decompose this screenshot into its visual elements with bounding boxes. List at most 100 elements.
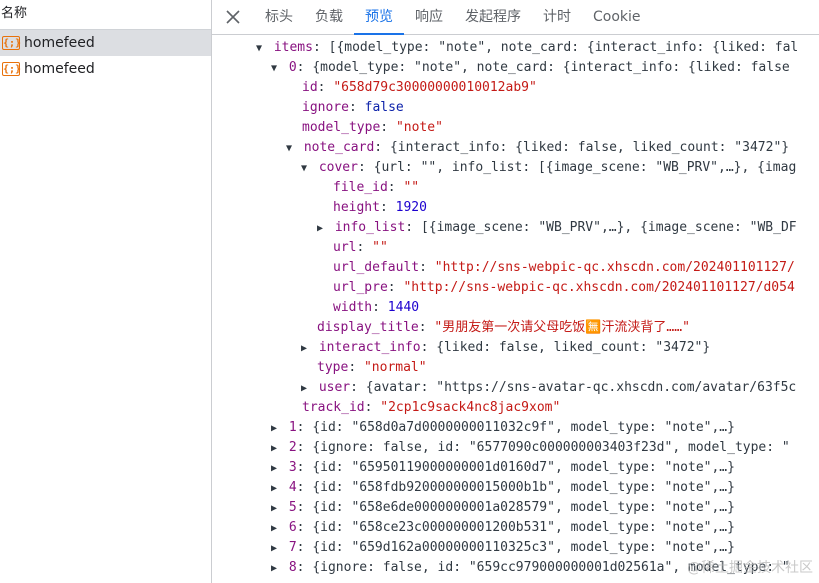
json-string-value: "" [372,240,388,255]
json-summary: {id: "658e6de0000000001a028579", model_t… [312,500,735,515]
request-name: homefeed [24,61,95,77]
json-key: 3 [288,460,297,475]
tree-row-track-id: track_id: "2cp1c9sack4nc8jac9xom" [302,400,561,415]
tab-preview[interactable]: 预览 [354,0,404,35]
json-string-value: "2cp1c9sack4nc8jac9xom" [380,400,561,415]
json-file-icon: {;} [2,62,22,76]
json-key: url [333,240,357,255]
collapsed-triangle-icon[interactable]: ▶ [301,379,311,399]
collapsed-triangle-icon[interactable]: ▶ [271,479,281,499]
expanded-triangle-icon[interactable]: ▼ [256,39,266,59]
tree-row-item[interactable]: ▶ 7: {id: "659d162a00000000110325c3", mo… [271,538,735,558]
tab-initiator[interactable]: 发起程序 [454,0,532,34]
collapsed-triangle-icon[interactable]: ▶ [317,219,327,239]
json-summary: {id: "658fdb920000000015000b1b", model_t… [312,480,735,495]
json-key: interact_info [318,340,421,355]
tree-row-item[interactable]: ▶ 6: {id: "658ce23c000000001200b531", mo… [271,518,735,538]
json-string-value: "normal" [363,360,427,375]
tree-row-cover[interactable]: ▼ cover: {url: "", info_list: [{image_sc… [301,158,796,178]
tree-row-user[interactable]: ▶ user: {avatar: "https://sns-avatar-qc.… [301,378,796,398]
tab-response[interactable]: 响应 [404,0,454,34]
json-summary: {url: "", info_list: [{image_scene: "WB_… [373,160,797,175]
json-key: 0 [288,60,297,75]
detail-tab-bar: 标头 负载 预览 响应 发起程序 计时 Cookie [212,0,819,35]
tab-payload[interactable]: 负载 [304,0,354,34]
request-list-panel: 名称 {;} homefeed {;} homefeed [0,0,212,583]
json-summary: {liked: false, liked_count: "3472"} [436,340,711,355]
tree-row-item[interactable]: ▶ 1: {id: "658d0a7d0000000011032c9f", mo… [271,418,735,438]
collapsed-triangle-icon[interactable]: ▶ [271,499,281,519]
json-string-value: "http://sns-webpic-qc.xhscdn.com/2024011… [434,260,795,275]
tree-row-url-default: url_default: "http://sns-webpic-qc.xhscd… [333,260,795,275]
json-key: ignore [302,100,349,115]
tree-row-item[interactable]: ▶ 4: {id: "658fdb920000000015000b1b", mo… [271,478,735,498]
expanded-triangle-icon[interactable]: ▼ [301,159,311,179]
json-key: 2 [288,440,297,455]
tree-row-url: url: "" [333,240,388,255]
request-row[interactable]: {;} homefeed [0,56,211,82]
expanded-triangle-icon[interactable]: ▼ [286,139,296,159]
json-key: note_card [303,140,375,155]
json-key: height [333,200,380,215]
tree-row-url-pre: url_pre: "http://sns-webpic-qc.xhscdn.co… [333,280,795,295]
json-key: cover [318,160,358,175]
expanded-triangle-icon[interactable]: ▼ [271,59,281,79]
tree-row-model-type: model_type: "note" [302,120,443,135]
json-key: items [273,40,313,55]
collapsed-triangle-icon[interactable]: ▶ [301,339,311,359]
json-number-value: 1920 [395,200,427,215]
tree-row-items[interactable]: ▼ items: [{model_type: "note", note_card… [256,38,798,58]
json-string-value: "http://sns-webpic-qc.xhscdn.com/2024011… [403,280,795,295]
json-key: file_id [333,180,388,195]
json-key: id [302,80,318,95]
json-key: 5 [288,500,297,515]
json-summary: {avatar: "https://sns-avatar-qc.xhscdn.c… [365,380,797,395]
json-key: type [317,360,349,375]
json-summary: {model_type: "note", note_card: {interac… [312,60,790,75]
tree-row-file-id: file_id: "" [333,180,420,195]
close-button[interactable] [212,0,254,34]
json-summary: {id: "658ce23c000000001200b531", model_t… [312,520,735,535]
tree-row-interact-info[interactable]: ▶ interact_info: {liked: false, liked_co… [301,338,710,358]
json-key: model_type [302,120,381,135]
json-key: width [333,300,373,315]
tree-row-item[interactable]: ▶ 3: {id: "65950119000000001d0160d7", mo… [271,458,735,478]
tree-row-item-0[interactable]: ▼ 0: {model_type: "note", note_card: {in… [271,58,790,78]
json-boolean-value: false [364,100,404,115]
json-key: info_list [334,220,406,235]
json-key: user [318,380,351,395]
json-summary: {interact_info: {liked: false, liked_cou… [389,140,790,155]
tree-row-height: height: 1920 [333,200,427,215]
tree-row-item[interactable]: ▶ 2: {ignore: false, id: "6577090c000000… [271,438,790,458]
json-summary: [{model_type: "note", note_card: {intera… [328,40,799,55]
tree-row-ignore: ignore: false [302,100,404,115]
request-row[interactable]: {;} homefeed [0,30,211,56]
collapsed-triangle-icon[interactable]: ▶ [271,419,281,439]
name-column-header[interactable]: 名称 [0,0,211,30]
json-key: display_title [317,320,419,335]
collapsed-triangle-icon[interactable]: ▶ [271,519,281,539]
json-key: 6 [288,520,297,535]
json-key: url_default [333,260,420,275]
tree-row-type: type: "normal" [317,360,427,375]
request-detail-panel: 标头 负载 预览 响应 发起程序 计时 Cookie ▼ items: [{mo… [212,0,819,583]
tab-headers[interactable]: 标头 [254,0,304,34]
json-string-value: "658d79c30000000010012ab9" [333,80,537,95]
request-name: homefeed [24,35,95,51]
tab-cookies[interactable]: Cookie [582,0,652,34]
collapsed-triangle-icon[interactable]: ▶ [271,559,281,579]
tree-row-item[interactable]: ▶ 5: {id: "658e6de0000000001a028579", mo… [271,498,735,518]
json-summary: [{image_scene: "WB_PRV",…}, {image_scene… [420,220,797,235]
collapsed-triangle-icon[interactable]: ▶ [271,539,281,559]
watermark: @稀土掘金技术社区 [687,560,813,576]
tree-row-note-card[interactable]: ▼ note_card: {interact_info: {liked: fal… [286,138,789,158]
collapsed-triangle-icon[interactable]: ▶ [271,439,281,459]
collapsed-triangle-icon[interactable]: ▶ [271,459,281,479]
tree-row-id: id: "658d79c30000000010012ab9" [302,80,537,95]
json-summary: {id: "659d162a00000000110325c3", model_t… [312,540,735,555]
json-summary: {ignore: false, id: "6577090c00000000340… [312,440,790,455]
json-file-icon: {;} [2,36,22,50]
tree-row-display-title: display_title: "男朋友第一次请父母吃饭🈚汗流浃背了……" [317,320,690,335]
tab-timing[interactable]: 计时 [532,0,582,34]
tree-row-info-list[interactable]: ▶ info_list: [{image_scene: "WB_PRV",…},… [317,218,797,238]
